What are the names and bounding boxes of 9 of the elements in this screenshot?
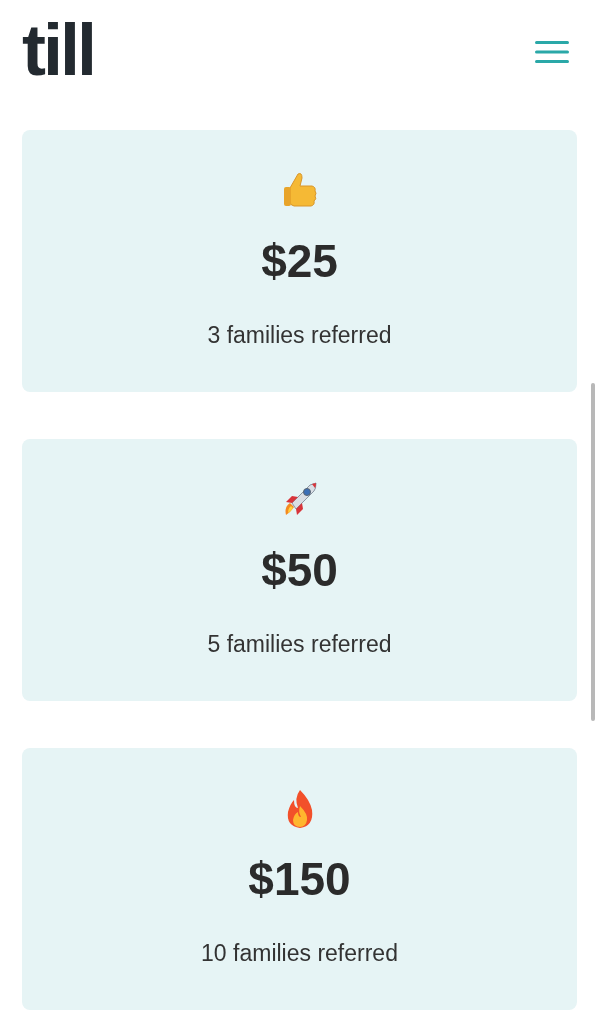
reward-description: 10 families referred <box>201 939 398 968</box>
reward-amount: $50 <box>261 547 338 593</box>
menu-icon[interactable] <box>532 38 572 66</box>
scrollbar[interactable] <box>591 383 595 721</box>
reward-amount: $25 <box>261 238 338 284</box>
reward-amount: $150 <box>248 856 351 902</box>
reward-description: 5 families referred <box>207 630 392 659</box>
logo[interactable]: till <box>22 14 94 86</box>
reward-description: 3 families referred <box>207 321 392 350</box>
